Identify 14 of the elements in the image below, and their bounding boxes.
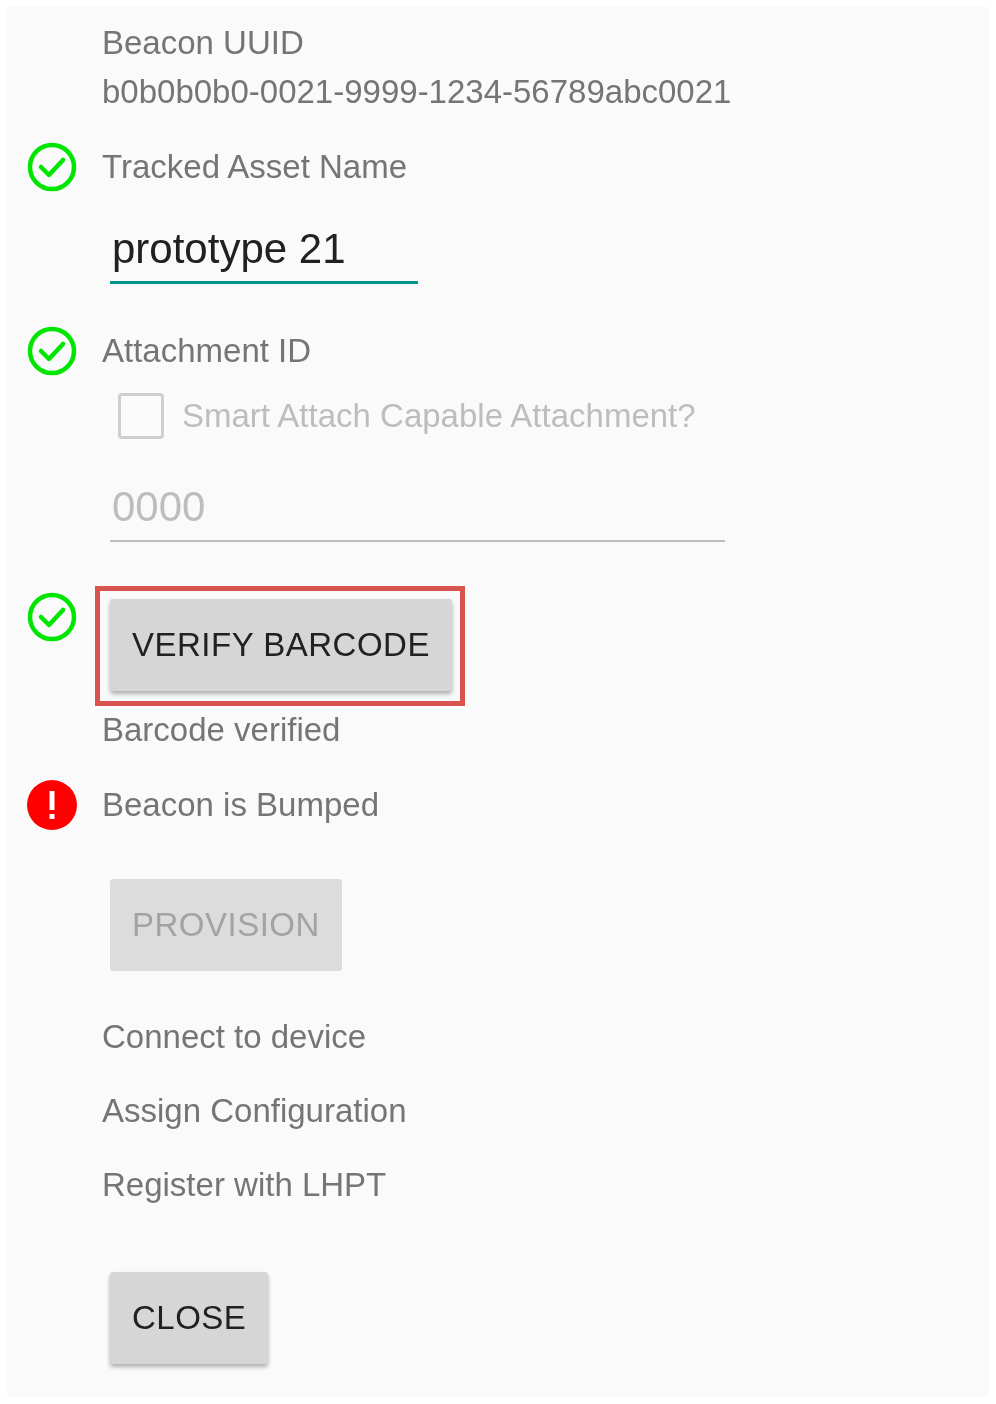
attachment-id-field[interactable]: 0000	[110, 480, 725, 542]
uuid-value: b0b0b0b0-0021-9999-1234-56789abc0021	[102, 72, 733, 112]
bump-status-text: Beacon is Bumped	[102, 785, 379, 825]
uuid-label: Beacon UUID	[102, 23, 305, 63]
attachment-id-label: Attachment ID	[102, 331, 312, 371]
progress-step: Connect to device	[102, 1013, 989, 1061]
progress-step: Assign Configuration	[102, 1087, 989, 1135]
barcode-status-text: Barcode verified	[101, 710, 342, 750]
asset-name-label: Tracked Asset Name	[102, 147, 408, 187]
close-button[interactable]: CLOSE	[110, 1272, 269, 1364]
verify-barcode-button[interactable]: VERIFY BARCODE	[110, 599, 452, 691]
checkbox-label: Smart Attach Capable Attachment?	[182, 396, 696, 436]
asset-name-field[interactable]: prototype 21	[110, 222, 418, 284]
progress-step: Register with LHPT	[102, 1161, 989, 1209]
